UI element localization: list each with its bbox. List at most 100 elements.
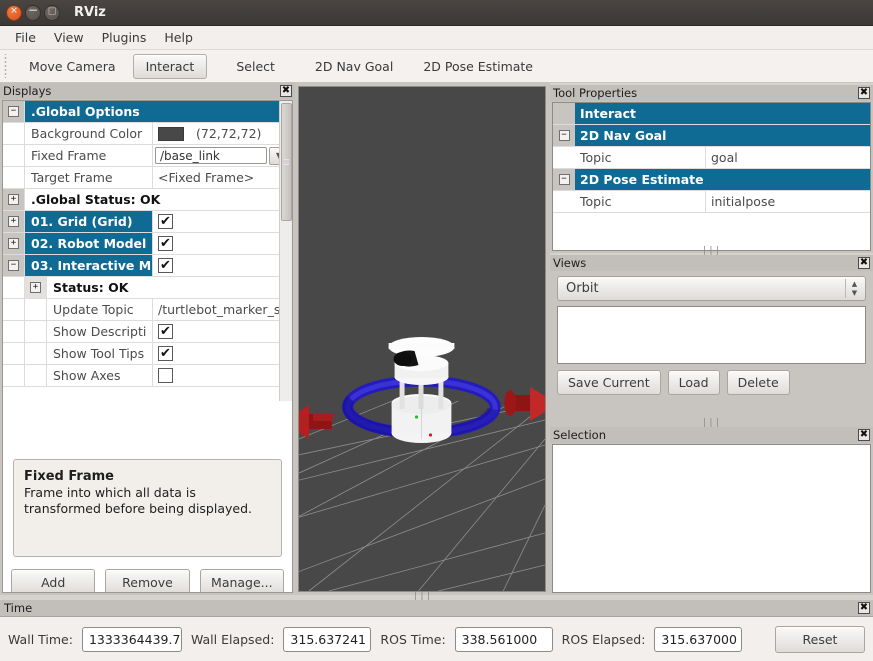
tree-row-marker-status[interactable]: + Status: OK bbox=[3, 277, 292, 299]
tool-move-camera[interactable]: Move Camera bbox=[16, 54, 129, 79]
fixed-frame-input[interactable]: /base_link bbox=[155, 147, 267, 164]
3d-scene[interactable] bbox=[298, 86, 546, 592]
target-frame-value[interactable]: <Fixed Frame> bbox=[152, 167, 292, 188]
collapse-toggle-icon[interactable]: − bbox=[553, 169, 575, 190]
saved-views-list[interactable] bbox=[557, 306, 866, 364]
toolbar-grip-handle[interactable] bbox=[2, 54, 11, 78]
tool-2d-pose-estimate[interactable]: 2D Pose Estimate bbox=[410, 54, 546, 79]
tree-row-grid-display[interactable]: + 01. Grid (Grid) ✔ bbox=[3, 211, 292, 233]
tree-row-fixed-frame[interactable]: Fixed Frame /base_link ▼ bbox=[3, 145, 292, 167]
close-icon[interactable]: ✖ bbox=[858, 429, 870, 441]
checkbox-checked-icon[interactable]: ✔ bbox=[158, 214, 173, 229]
close-window-icon[interactable]: ✕ bbox=[6, 4, 22, 21]
checkbox-checked-icon[interactable]: ✔ bbox=[158, 324, 173, 339]
background-color-value[interactable]: (72,72,72) bbox=[152, 123, 292, 144]
tool-interact[interactable]: Interact bbox=[132, 53, 208, 79]
tool-row-2d-pose-estimate[interactable]: − 2D Pose Estimate bbox=[553, 169, 870, 191]
scrollbar-thumb[interactable] bbox=[281, 103, 292, 221]
time-panel-title: Time bbox=[4, 601, 33, 615]
close-icon[interactable]: ✖ bbox=[858, 602, 870, 614]
close-icon[interactable]: ✖ bbox=[858, 87, 870, 99]
checkbox-checked-icon[interactable]: ✔ bbox=[158, 258, 173, 273]
tool-row-interact[interactable]: Interact bbox=[553, 103, 870, 125]
wall-elapsed-field[interactable]: 315.637241 bbox=[283, 626, 372, 652]
render-viewport[interactable] bbox=[295, 83, 550, 595]
collapse-toggle-icon[interactable]: − bbox=[3, 255, 25, 276]
load-view-button[interactable]: Load bbox=[667, 370, 720, 395]
expand-toggle-icon[interactable]: + bbox=[25, 277, 47, 298]
tree-row-target-frame[interactable]: Target Frame <Fixed Frame> bbox=[3, 167, 292, 189]
splitter-views-selection[interactable]: ||| bbox=[550, 418, 873, 428]
help-text: Frame into which all data is transformed… bbox=[24, 485, 252, 516]
grid-enabled-cell[interactable]: ✔ bbox=[152, 211, 292, 232]
tree-label: Interact bbox=[580, 106, 636, 121]
robot-model-enabled-cell[interactable]: ✔ bbox=[152, 233, 292, 254]
menu-item-file[interactable]: File bbox=[6, 28, 45, 47]
view-type-value: Orbit bbox=[566, 281, 599, 296]
tree-row-global-options[interactable]: − .Global Options bbox=[3, 101, 292, 123]
tool-properties-header: Tool Properties ✖ bbox=[550, 85, 873, 101]
views-panel-title: Views bbox=[553, 256, 587, 270]
tree-row-show-axes[interactable]: Show Axes bbox=[3, 365, 292, 387]
tree-row-global-status[interactable]: + .Global Status: OK bbox=[3, 189, 292, 211]
chevron-up-icon[interactable]: ▲ bbox=[852, 280, 857, 288]
tree-indent bbox=[3, 343, 25, 364]
add-display-button[interactable]: Add bbox=[11, 569, 96, 592]
nav-goal-topic-value[interactable]: goal bbox=[705, 147, 870, 168]
reset-button[interactable]: Reset bbox=[775, 625, 865, 653]
view-type-combobox[interactable]: Orbit ▲ ▼ bbox=[557, 276, 866, 301]
splitter-tool-properties-views[interactable]: ||| bbox=[550, 246, 873, 256]
show-axes-cell[interactable] bbox=[152, 365, 292, 386]
tree-row-show-tool-tips[interactable]: Show Tool Tips ✔ bbox=[3, 343, 292, 365]
pose-estimate-topic-value[interactable]: initialpose bbox=[705, 191, 870, 212]
spinner-arrows[interactable]: ▲ ▼ bbox=[845, 279, 863, 298]
fixed-frame-value[interactable]: /base_link ▼ bbox=[152, 145, 292, 166]
collapse-toggle-icon[interactable]: − bbox=[3, 101, 25, 122]
checkbox-unchecked-icon[interactable] bbox=[158, 368, 173, 383]
tree-indent bbox=[25, 343, 47, 364]
remove-display-button[interactable]: Remove bbox=[105, 569, 190, 592]
expand-toggle-icon[interactable]: + bbox=[3, 233, 25, 254]
tree-row-interactive-markers-display[interactable]: − 03. Interactive M ✔ bbox=[3, 255, 292, 277]
manage-displays-button[interactable]: Manage... bbox=[199, 569, 284, 592]
tree-row-robot-model-display[interactable]: + 02. Robot Model ✔ bbox=[3, 233, 292, 255]
collapse-toggle-icon[interactable]: − bbox=[553, 125, 575, 146]
expand-toggle-icon[interactable]: + bbox=[3, 211, 25, 232]
tool-row-pose-estimate-topic[interactable]: Topic initialpose bbox=[553, 191, 870, 213]
ros-time-field[interactable]: 338.561000 bbox=[454, 626, 553, 652]
tool-properties-panel: Tool Properties ✖ Interact − 2D Nav Goal… bbox=[550, 85, 873, 253]
tool-row-2d-nav-goal[interactable]: − 2D Nav Goal bbox=[553, 125, 870, 147]
tree-row-update-topic[interactable]: Update Topic /turtlebot_marker_s bbox=[3, 299, 292, 321]
color-swatch[interactable] bbox=[158, 126, 184, 141]
menu-item-view[interactable]: View bbox=[45, 28, 93, 47]
checkbox-checked-icon[interactable]: ✔ bbox=[158, 346, 173, 361]
tool-2d-nav-goal[interactable]: 2D Nav Goal bbox=[302, 54, 406, 79]
window-controls: ✕ − □ bbox=[6, 4, 60, 21]
expand-toggle-icon[interactable]: + bbox=[3, 189, 25, 210]
tool-row-nav-goal-topic[interactable]: Topic goal bbox=[553, 147, 870, 169]
show-descriptions-cell[interactable]: ✔ bbox=[152, 321, 292, 342]
minimize-window-icon[interactable]: − bbox=[25, 4, 41, 21]
interactive-markers-enabled-cell[interactable]: ✔ bbox=[152, 255, 292, 276]
menu-item-help[interactable]: Help bbox=[155, 28, 202, 47]
displays-tree-scrollbar[interactable] bbox=[279, 101, 292, 401]
selection-panel-body[interactable] bbox=[552, 444, 871, 593]
ros-elapsed-field[interactable]: 315.637000 bbox=[654, 626, 743, 652]
close-icon[interactable]: ✖ bbox=[280, 85, 292, 97]
checkbox-checked-icon[interactable]: ✔ bbox=[158, 236, 173, 251]
wall-time-field[interactable]: 1333364439.79 bbox=[81, 626, 182, 652]
tree-row-background-color[interactable]: Background Color (72,72,72) bbox=[3, 123, 292, 145]
show-tool-tips-cell[interactable]: ✔ bbox=[152, 343, 292, 364]
chevron-down-icon[interactable]: ▼ bbox=[852, 289, 857, 297]
close-icon[interactable]: ✖ bbox=[858, 257, 870, 269]
menu-item-plugins[interactable]: Plugins bbox=[93, 28, 156, 47]
delete-view-button[interactable]: Delete bbox=[726, 370, 790, 395]
update-topic-value[interactable]: /turtlebot_marker_s bbox=[152, 299, 292, 320]
tool-select[interactable]: Select bbox=[223, 54, 288, 79]
tree-row-show-descriptions[interactable]: Show Descripti ✔ bbox=[3, 321, 292, 343]
splitter-viewport-time[interactable]: ||| bbox=[295, 591, 550, 601]
maximize-window-icon[interactable]: □ bbox=[44, 4, 60, 21]
save-current-view-button[interactable]: Save Current bbox=[557, 370, 661, 395]
tool-properties-title: Tool Properties bbox=[553, 86, 638, 100]
tree-label: 02. Robot Model bbox=[31, 236, 147, 251]
